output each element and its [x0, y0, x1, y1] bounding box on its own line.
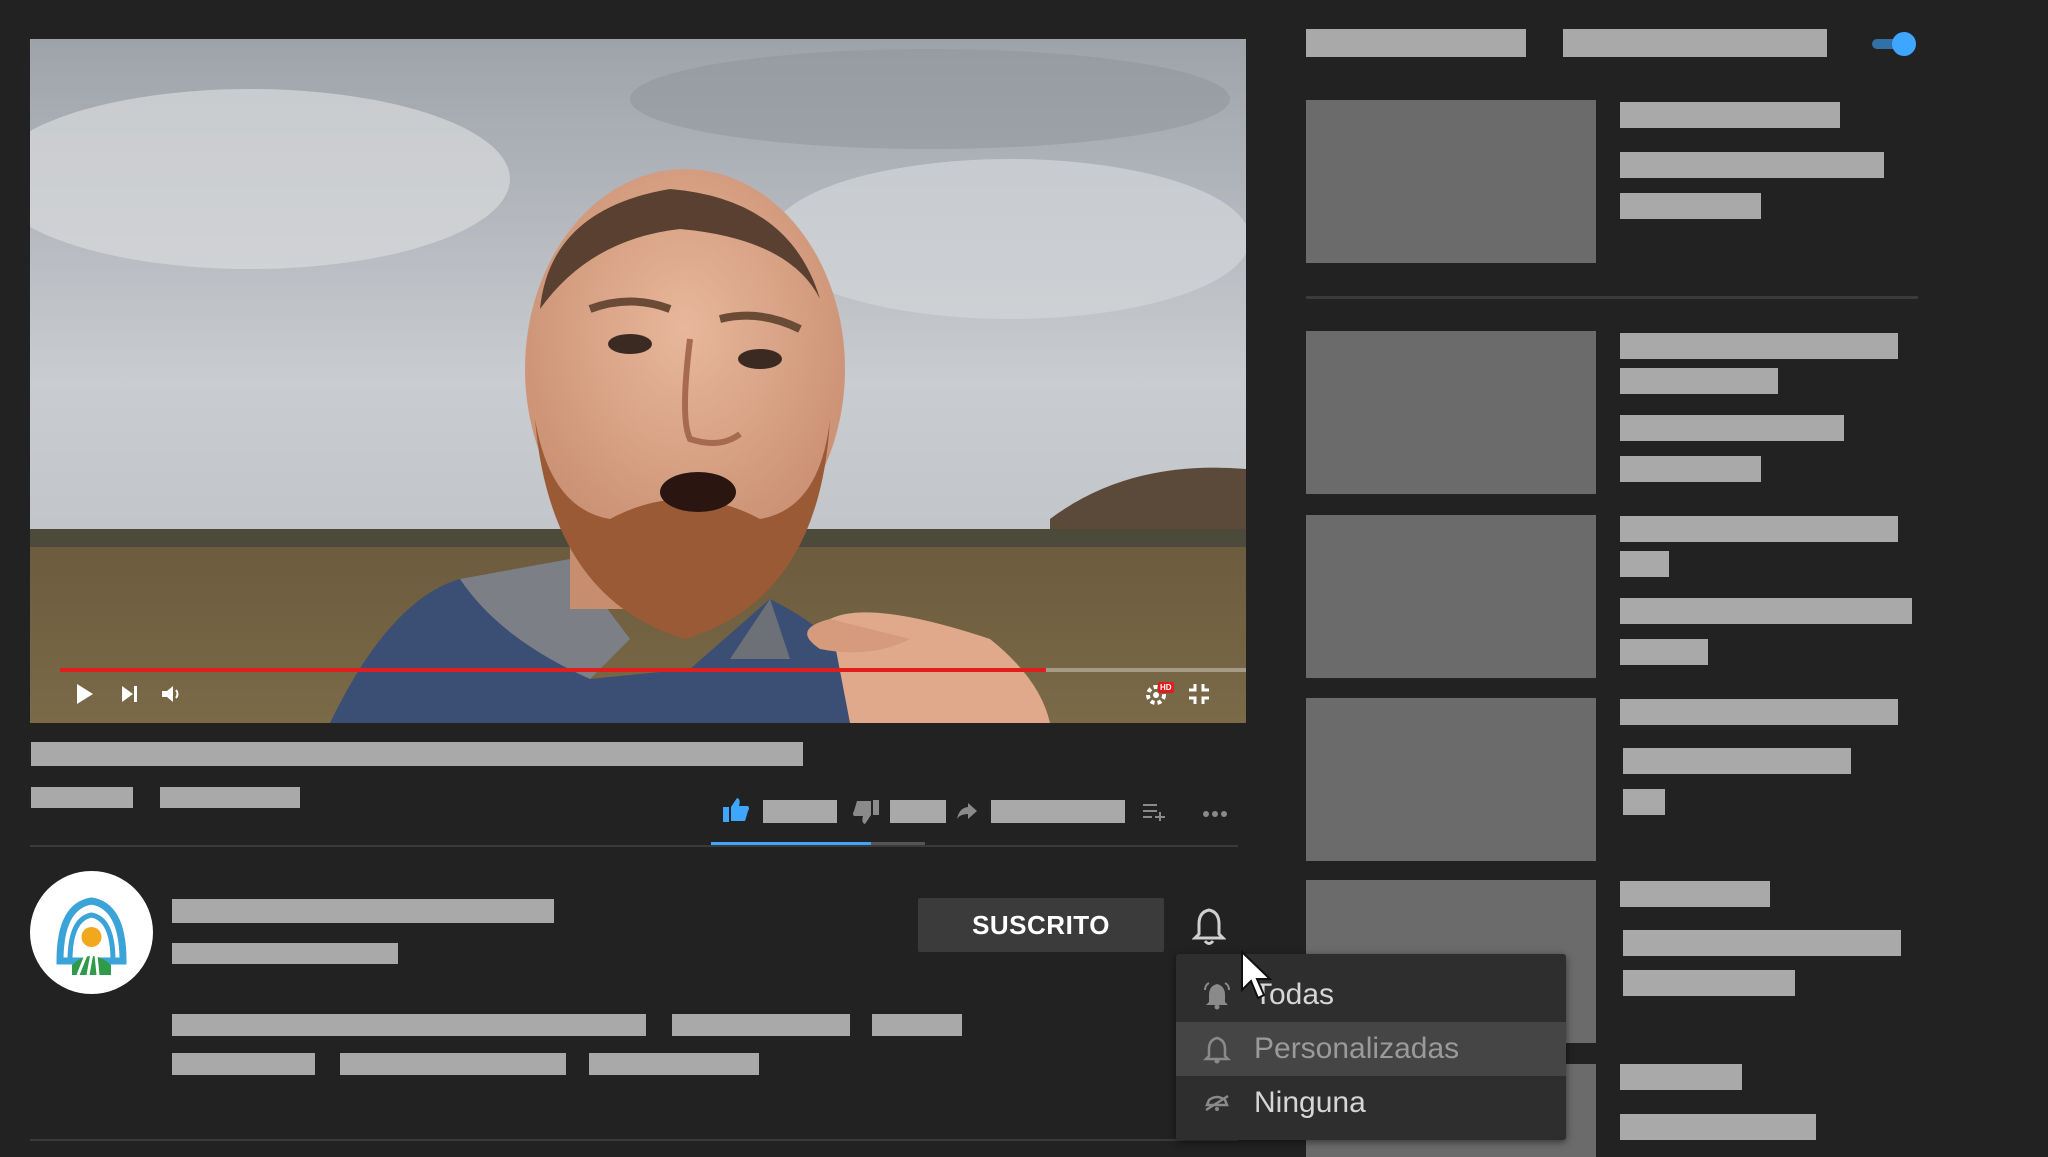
description-line-1c: [872, 1014, 962, 1036]
like-count-placeholder: [763, 800, 837, 823]
sidebar-video-title: [1620, 881, 1770, 907]
description-line-2a: [172, 1053, 315, 1075]
mouse-cursor-icon: [1241, 950, 1273, 1000]
date-placeholder: [160, 787, 300, 808]
sidebar-video-title: [1620, 333, 1898, 359]
channel-name-placeholder: [172, 899, 554, 923]
more-icon[interactable]: [1202, 810, 1228, 818]
menu-item-label: Personalizadas: [1254, 1032, 1460, 1065]
sidebar-video-thumbnail[interactable]: [1306, 515, 1596, 678]
notification-menu: Todas Personalizadas Ninguna: [1176, 954, 1566, 1140]
sidebar-video-title: [1620, 699, 1898, 725]
next-icon[interactable]: [120, 684, 140, 704]
volume-icon[interactable]: [160, 683, 182, 705]
bell-icon[interactable]: [1192, 906, 1226, 946]
add-to-playlist-icon[interactable]: [1142, 801, 1166, 821]
like-icon[interactable]: [722, 797, 750, 823]
autoplay-toggle[interactable]: [1870, 30, 1918, 58]
sidebar-video-title: [1620, 102, 1840, 128]
sidebar-video-views: [1623, 789, 1665, 815]
video-frame: [30, 39, 1246, 723]
dislike-count-placeholder: [890, 800, 946, 823]
sidebar-video-thumbnail[interactable]: [1306, 698, 1596, 861]
hd-badge: HD: [1158, 682, 1174, 693]
dislike-icon[interactable]: [852, 799, 880, 825]
channel-avatar[interactable]: [30, 871, 153, 994]
description-line-2b: [340, 1053, 566, 1075]
description-line-1b: [672, 1014, 850, 1036]
menu-item-label: Ninguna: [1254, 1086, 1366, 1119]
section-divider: [30, 845, 1238, 847]
section-divider-bottom: [30, 1139, 1238, 1141]
menu-item-todas[interactable]: Todas: [1176, 968, 1566, 1022]
sidebar-video-thumbnail[interactable]: [1306, 100, 1596, 263]
channel-logo-icon: [30, 871, 153, 994]
bell-off-icon: [1205, 1094, 1229, 1112]
sidebar-video-channel: [1620, 152, 1884, 178]
view-count-placeholder: [31, 787, 133, 808]
video-title-placeholder: [31, 742, 803, 766]
sidebar-video-views: [1623, 970, 1795, 996]
subscribe-button[interactable]: SUSCRITO: [918, 898, 1164, 952]
sidebar-video-title-2: [1620, 368, 1778, 394]
description-line-1a: [172, 1014, 646, 1036]
sidebar-video-thumbnail[interactable]: [1306, 331, 1596, 494]
sidebar-video-channel: [1620, 1114, 1816, 1140]
sidebar-video-channel: [1623, 748, 1851, 774]
progress-fill: [60, 668, 1047, 672]
sidebar-video-views: [1620, 456, 1761, 482]
progress-track[interactable]: [60, 668, 1246, 672]
sidebar-video-title: [1620, 516, 1898, 542]
autoplay-label-placeholder: [1563, 29, 1827, 57]
play-icon[interactable]: [74, 682, 96, 706]
description-line-2c: [589, 1053, 759, 1075]
up-next-label-placeholder: [1306, 29, 1526, 57]
bell-ringing-icon: [1204, 982, 1230, 1010]
menu-item-personalizadas[interactable]: Personalizadas: [1176, 1022, 1566, 1076]
share-icon[interactable]: [956, 801, 978, 821]
sidebar-video-title-2: [1620, 551, 1669, 577]
menu-item-ninguna[interactable]: Ninguna: [1176, 1076, 1566, 1130]
sidebar-video-channel: [1623, 930, 1901, 956]
video-player[interactable]: HD: [30, 39, 1246, 723]
exit-fullscreen-icon[interactable]: [1188, 683, 1210, 705]
sidebar-divider: [1306, 296, 1918, 299]
bell-icon: [1202, 1036, 1232, 1064]
share-label-placeholder: [991, 800, 1125, 823]
sidebar-video-channel: [1620, 598, 1912, 624]
sidebar-video-title: [1620, 1064, 1742, 1090]
sidebar-video-views: [1620, 193, 1761, 219]
subscriber-count-placeholder: [172, 943, 398, 964]
sidebar-video-views: [1620, 639, 1708, 665]
sidebar-video-channel: [1620, 415, 1844, 441]
